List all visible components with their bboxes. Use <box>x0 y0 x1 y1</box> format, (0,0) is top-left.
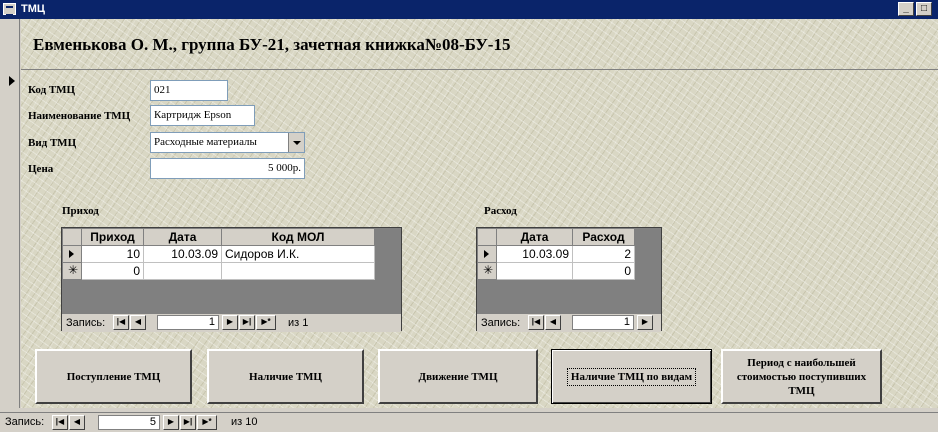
record-number-input[interactable]: 1 <box>157 315 219 330</box>
expense-qty-cell[interactable]: 0 <box>572 262 635 280</box>
current-row-arrow-icon <box>484 250 489 258</box>
record-count: из 10 <box>231 416 258 428</box>
new-record-button[interactable]: ▶* <box>256 315 276 330</box>
income-header-row: Приход Дата Код МОЛ <box>62 228 375 246</box>
expense-title: Расход <box>484 205 517 217</box>
expense-subform: Дата Расход 10.03.09 2 ✳ 0 Запись: |◀ ◀ … <box>476 227 662 332</box>
availability-by-type-label: Наличие ТМЦ по видам <box>566 367 697 386</box>
chevron-down-icon[interactable] <box>288 133 304 152</box>
new-record-star-icon: ✳ <box>483 263 494 277</box>
name-label: Наименование ТМЦ <box>28 110 131 122</box>
record-label: Запись: <box>66 317 106 329</box>
new-record-button[interactable]: ▶* <box>197 415 217 430</box>
table-row: ✳ 0 <box>477 262 635 280</box>
last-record-button[interactable]: ▶| <box>180 415 196 430</box>
maximize-button[interactable]: □ <box>916 2 932 16</box>
first-record-button[interactable]: |◀ <box>113 315 129 330</box>
prev-record-button[interactable]: ◀ <box>130 315 146 330</box>
income-mol-cell[interactable] <box>221 262 375 280</box>
code-field[interactable]: 021 <box>150 80 228 101</box>
expense-date-cell[interactable]: 10.03.09 <box>496 245 573 263</box>
header-selector-strip <box>0 19 20 70</box>
income-record-nav: Запись: |◀ ◀ 1 ▶ ▶| ▶* из 1 <box>62 314 401 332</box>
window-titlebar: ТМЦ _ □ <box>0 0 938 19</box>
expense-col-date[interactable]: Дата <box>496 228 573 246</box>
income-subform: Приход Дата Код МОЛ 10 10.03.09 Сидоров … <box>61 227 402 332</box>
next-record-button[interactable]: ▶ <box>163 415 179 430</box>
price-field[interactable]: 5 000р. <box>150 158 305 179</box>
expense-grid: Дата Расход 10.03.09 2 ✳ 0 <box>477 228 635 280</box>
current-record-arrow-icon <box>9 76 15 86</box>
type-label: Вид ТМЦ <box>28 137 77 149</box>
income-date-cell[interactable]: 10.03.09 <box>143 245 222 263</box>
income-grid: Приход Дата Код МОЛ 10 10.03.09 Сидоров … <box>62 228 375 280</box>
income-corner[interactable] <box>62 228 82 246</box>
availability-by-type-button[interactable]: Наличие ТМЦ по видам <box>551 349 712 404</box>
record-number-input[interactable]: 1 <box>572 315 634 330</box>
income-col-date[interactable]: Дата <box>143 228 222 246</box>
expense-record-nav: Запись: |◀ ◀ 1 ▶ <box>477 314 661 332</box>
income-title: Приход <box>62 205 99 217</box>
minimize-button[interactable]: _ <box>898 2 914 16</box>
type-combo-value: Расходные материалы <box>154 136 257 148</box>
header-separator <box>21 69 938 70</box>
income-date-cell[interactable] <box>143 262 222 280</box>
expense-corner[interactable] <box>477 228 497 246</box>
row-selector[interactable] <box>62 245 82 263</box>
period-max-button[interactable]: Период с наибольшей стоимостью поступивш… <box>721 349 882 404</box>
next-record-button[interactable]: ▶ <box>222 315 238 330</box>
next-record-button[interactable]: ▶ <box>637 315 653 330</box>
prev-record-button[interactable]: ◀ <box>69 415 85 430</box>
row-selector[interactable]: ✳ <box>62 262 82 280</box>
first-record-button[interactable]: |◀ <box>528 315 544 330</box>
income-qty-cell[interactable]: 0 <box>81 262 144 280</box>
table-row: 10.03.09 2 <box>477 245 635 263</box>
income-col-mol[interactable]: Код МОЛ <box>221 228 375 246</box>
type-combo[interactable]: Расходные материалы <box>150 132 305 153</box>
movement-button[interactable]: Движение ТМЦ <box>378 349 538 404</box>
income-mol-cell[interactable]: Сидоров И.К. <box>221 245 375 263</box>
record-count: из 1 <box>288 317 309 329</box>
window-title: ТМЦ <box>21 3 45 15</box>
expense-date-cell[interactable] <box>496 262 573 280</box>
record-label: Запись: <box>5 416 45 428</box>
main-record-nav: Запись: |◀ ◀ 5 ▶ ▶| ▶* из 10 <box>0 412 938 432</box>
prev-record-button[interactable]: ◀ <box>545 315 561 330</box>
price-label: Цена <box>28 163 54 175</box>
name-field[interactable]: Картридж Epson <box>150 105 255 126</box>
form-icon <box>3 3 16 16</box>
row-selector[interactable] <box>477 245 497 263</box>
record-selector[interactable] <box>0 70 20 408</box>
last-record-button[interactable]: ▶| <box>239 315 255 330</box>
table-row: ✳ 0 <box>62 262 375 280</box>
current-row-arrow-icon <box>69 250 74 258</box>
record-number-input[interactable]: 5 <box>98 415 160 430</box>
expense-qty-cell[interactable]: 2 <box>572 245 635 263</box>
income-qty-cell[interactable]: 10 <box>81 245 144 263</box>
table-row: 10 10.03.09 Сидоров И.К. <box>62 245 375 263</box>
expense-header-row: Дата Расход <box>477 228 635 246</box>
new-record-star-icon: ✳ <box>68 263 79 277</box>
code-label: Код ТМЦ <box>28 84 76 96</box>
expense-col-qty[interactable]: Расход <box>572 228 635 246</box>
availability-button[interactable]: Наличие ТМЦ <box>207 349 364 404</box>
record-label: Запись: <box>481 317 521 329</box>
receipt-button[interactable]: Поступление ТМЦ <box>35 349 192 404</box>
first-record-button[interactable]: |◀ <box>52 415 68 430</box>
income-col-qty[interactable]: Приход <box>81 228 144 246</box>
row-selector[interactable]: ✳ <box>477 262 497 280</box>
form-header-title: Евменькова О. М., группа БУ-21, зачетная… <box>33 35 511 54</box>
